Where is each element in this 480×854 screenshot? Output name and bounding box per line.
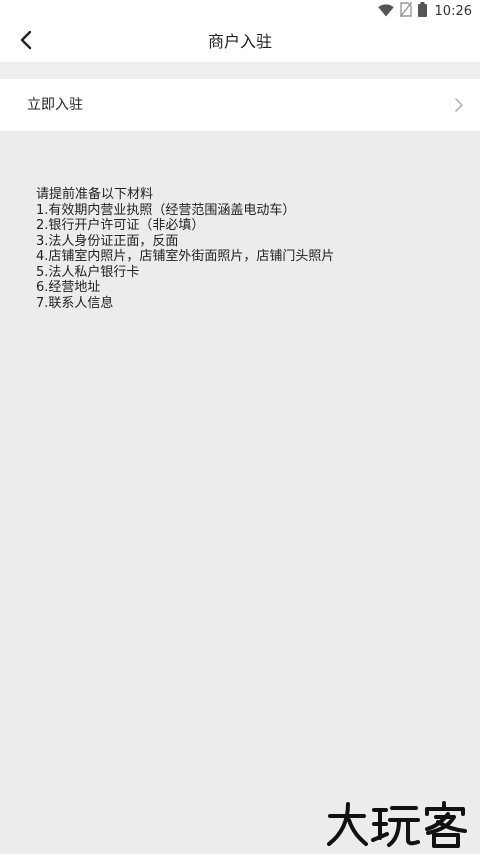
page-title: 商户入驻	[207, 32, 272, 51]
no-sim-icon	[398, 1, 413, 21]
settle-in-label: 立即入驻	[27, 97, 83, 113]
nav-bar: 商户入驻	[0, 22, 480, 62]
materials-item: 1.有效期内营业执照（经营范围涵盖电动车）	[36, 202, 296, 218]
materials-item: 2.银行开户许可证（非必填）	[36, 218, 205, 233]
materials-item: 5.法人私户银行卡	[36, 264, 140, 280]
chevron-left-icon	[19, 30, 33, 54]
status-bar: 10:26	[0, 0, 480, 22]
materials-item: 3.法人身份证正面，反面	[36, 233, 179, 249]
back-button[interactable]	[10, 26, 42, 58]
battery-icon	[417, 1, 427, 21]
status-time: 10:26	[434, 3, 472, 19]
chevron-right-icon	[454, 97, 464, 113]
materials-item: 7.联系人信息	[36, 295, 114, 311]
materials-heading: 请提前准备以下材料	[36, 187, 154, 202]
materials-item: 4.店铺室内照片，店铺室外街面照片，店铺门头照片	[36, 249, 335, 264]
status-icons: 10:26	[377, 1, 472, 21]
materials-item: 6.经营地址	[36, 280, 101, 295]
materials-list: 请提前准备以下材料 1.有效期内营业执照（经营范围涵盖电动车） 2.银行开户许可…	[36, 187, 456, 311]
watermark-logo	[324, 800, 474, 848]
section-divider	[0, 62, 480, 79]
wifi-icon	[377, 2, 394, 21]
settle-in-row[interactable]: 立即入驻	[0, 79, 480, 131]
